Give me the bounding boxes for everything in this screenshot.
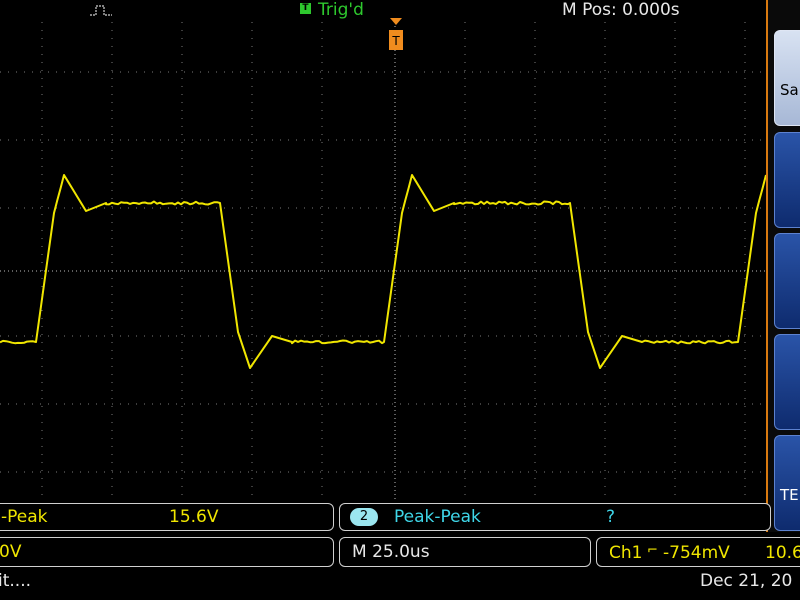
softkey-5-label: TE	[780, 486, 799, 504]
center-axes	[0, 22, 768, 500]
measurement-2-name: Peak-Peak	[394, 507, 481, 527]
ch2-badge: 2	[350, 508, 378, 526]
trigger-status-icon: T	[300, 3, 311, 14]
trigger-source: Ch1	[609, 543, 642, 563]
softkey-menu: Sa TE	[766, 0, 800, 532]
trigger-position-icon[interactable]: T	[387, 18, 405, 54]
measurement-2-value: ?	[606, 507, 615, 527]
rising-slope-icon: ⌐	[647, 543, 658, 558]
ch1-trace	[0, 175, 766, 368]
date-display: Dec 21, 20	[700, 571, 792, 591]
status-message: it....	[0, 571, 31, 591]
ch1-scale: 0V	[0, 542, 21, 562]
ch1-scale-box[interactable]: 0V	[0, 537, 334, 567]
softkey-3[interactable]	[774, 233, 800, 329]
top-status-bar: T Trig'd M Pos: 0.000s	[0, 0, 768, 22]
timebase-box[interactable]: M 25.0us	[339, 537, 591, 567]
trigger-info-box[interactable]: Ch1 ⌐ -754mV 10.6	[596, 537, 800, 567]
trigger-status: Trig'd	[318, 0, 364, 20]
message-bar: it.... Dec 21, 20	[0, 569, 800, 600]
measurement-1-box[interactable]: -Peak 15.6V	[0, 503, 334, 531]
rising-edge-icon	[90, 3, 112, 17]
horizontal-position: M Pos: 0.000s	[562, 0, 680, 20]
measurement-1-value: 15.6V	[169, 507, 218, 527]
measurement-2-box[interactable]: 2 Peak-Peak ?	[339, 503, 771, 531]
measurement-1-name: -Peak	[1, 507, 48, 527]
trigger-level: -754mV	[663, 543, 730, 563]
softkey-1-label: Sa	[780, 81, 799, 99]
softkey-2[interactable]	[774, 132, 800, 228]
softkey-5[interactable]: TE	[774, 435, 800, 531]
softkey-1[interactable]: Sa	[774, 30, 800, 126]
waveform-display	[0, 22, 768, 500]
grid	[0, 22, 768, 500]
softkey-4[interactable]	[774, 334, 800, 430]
trigger-frequency: 10.6	[765, 543, 800, 563]
timebase: M 25.0us	[352, 542, 430, 562]
svg-text:T: T	[391, 34, 400, 48]
